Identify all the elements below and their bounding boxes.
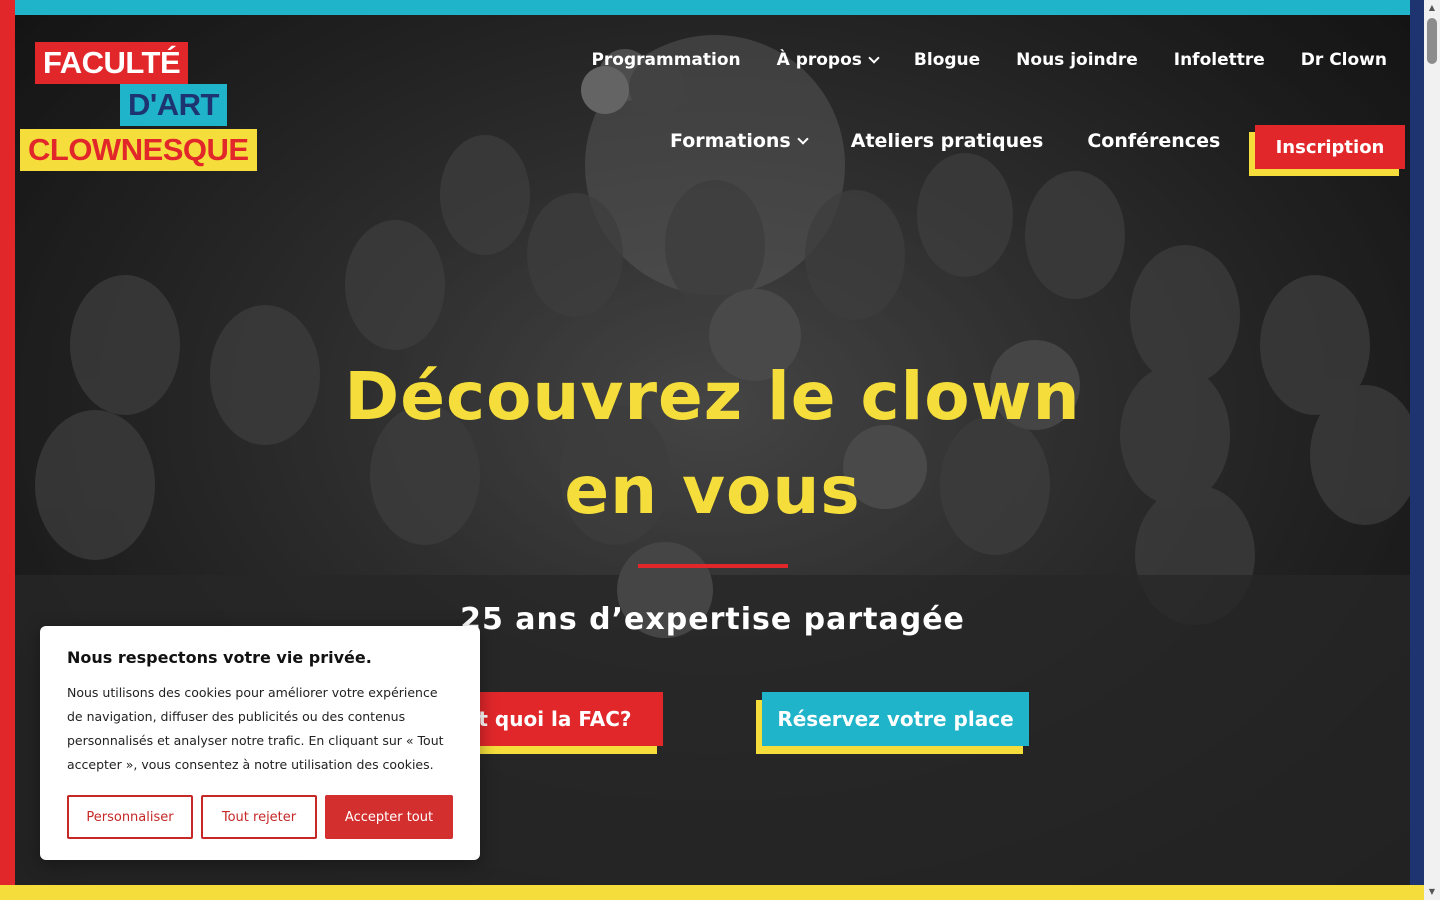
- reserve-spot-label: Réservez votre place: [762, 692, 1029, 746]
- hero-divider: [638, 564, 788, 568]
- page-scrollbar[interactable]: ▲ ▼: [1424, 0, 1440, 900]
- frame-bottom-border: [0, 885, 1424, 900]
- cookie-accept-button[interactable]: Accepter tout: [325, 795, 453, 839]
- nav-infolettre[interactable]: Infolettre: [1174, 50, 1265, 70]
- scroll-up-arrow-icon[interactable]: ▲: [1424, 0, 1440, 16]
- logo-line-faculte: FACULTÉ: [35, 42, 189, 84]
- nav-dr-clown[interactable]: Dr Clown: [1301, 50, 1387, 70]
- nav-nous-joindre[interactable]: Nous joindre: [1016, 50, 1138, 70]
- nav-formations[interactable]: Formations: [670, 130, 809, 152]
- logo-line-clownesque: CLOWNESQUE: [20, 129, 257, 171]
- reserve-spot-button[interactable]: Réservez votre place: [756, 692, 1029, 754]
- cookie-customize-button[interactable]: Personnaliser: [67, 795, 193, 839]
- cookie-body: Nous utilisons des cookies pour améliore…: [67, 685, 444, 772]
- nav-label: Conférences: [1087, 130, 1221, 152]
- hero-title: Découvrez le clown en vous: [344, 358, 1081, 529]
- cookie-consent-banner: Nous respectons votre vie privée. Nous u…: [40, 626, 480, 860]
- nav-conferences[interactable]: Conférences: [1087, 130, 1220, 152]
- nav-label: Programmation: [591, 50, 741, 70]
- nav-programmation[interactable]: Programmation: [591, 50, 740, 70]
- inscription-button-label: Inscription: [1255, 125, 1405, 169]
- cookie-actions: Personnaliser Tout rejeter Accepter tout: [67, 795, 453, 839]
- chevron-down-icon: [797, 132, 809, 145]
- cookie-title: Nous respectons votre vie privée.: [67, 648, 372, 667]
- site-logo[interactable]: FACULTÉ D'ART CLOWNESQUE: [20, 42, 272, 172]
- primary-nav-bottom: Formations Ateliers pratiques Conférence…: [670, 130, 1220, 152]
- primary-nav-top: Programmation À propos Blogue Nous joind…: [591, 50, 1387, 70]
- scroll-down-arrow-icon[interactable]: ▼: [1424, 884, 1440, 900]
- inscription-button[interactable]: Inscription: [1249, 125, 1405, 176]
- nav-label: À propos: [776, 50, 862, 70]
- nav-label: Nous joindre: [1016, 50, 1138, 70]
- nav-label: Dr Clown: [1300, 50, 1387, 70]
- chevron-down-icon: [868, 51, 880, 64]
- hero-subtitle: 25 ans d’expertise partagée: [460, 602, 965, 637]
- scrollbar-thumb[interactable]: [1427, 18, 1437, 64]
- nav-blogue[interactable]: Blogue: [914, 50, 980, 70]
- nav-label: Infolettre: [1173, 50, 1265, 70]
- nav-ateliers-pratiques[interactable]: Ateliers pratiques: [851, 130, 1044, 152]
- nav-a-propos[interactable]: À propos: [776, 50, 880, 70]
- frame-left-border: [0, 0, 15, 900]
- frame-top-border: [0, 0, 1424, 15]
- nav-label: Formations: [670, 130, 791, 152]
- cookie-reject-button[interactable]: Tout rejeter: [201, 795, 317, 839]
- nav-label: Blogue: [913, 50, 981, 70]
- logo-line-dart: D'ART: [120, 84, 227, 126]
- nav-label: Ateliers pratiques: [850, 130, 1044, 152]
- frame-right-border: [1410, 0, 1424, 900]
